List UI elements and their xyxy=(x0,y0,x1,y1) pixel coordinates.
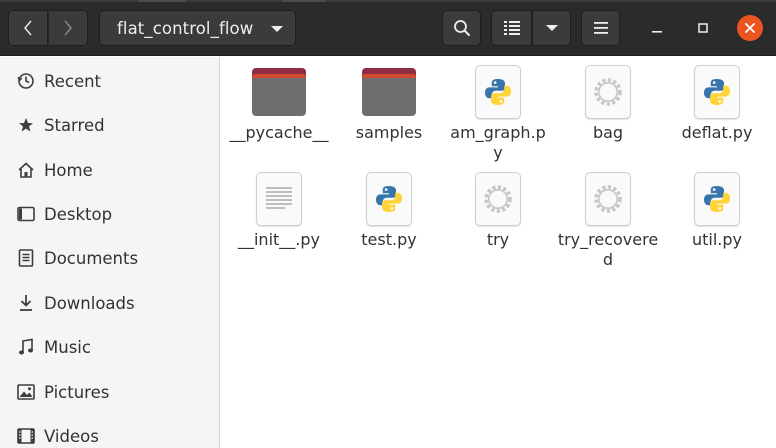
executable-gear-icon xyxy=(580,171,636,227)
minimize-button[interactable] xyxy=(644,15,670,41)
pictures-icon xyxy=(16,382,36,402)
header-top-edge xyxy=(0,0,776,2)
sidebar-item-label: Pictures xyxy=(44,382,110,402)
file-name: __pycache__ xyxy=(229,123,329,142)
list-view-button[interactable] xyxy=(491,10,532,46)
sidebar-item-downloads[interactable]: Downloads xyxy=(0,283,219,323)
file-item[interactable]: util.py xyxy=(662,171,772,250)
file-item[interactable]: am_graph.py xyxy=(443,64,553,163)
folder-icon xyxy=(361,64,417,120)
chevron-down-icon xyxy=(545,25,558,31)
sidebar-item-starred[interactable]: Starred xyxy=(0,105,219,145)
python-file-icon xyxy=(689,64,745,120)
home-icon xyxy=(16,160,36,180)
executable-gear-icon xyxy=(580,64,636,120)
sidebar-item-recent[interactable]: Recent xyxy=(0,61,219,101)
sidebar-item-label: Desktop xyxy=(44,204,113,224)
sidebar-item-label: Videos xyxy=(44,426,99,446)
header-bar: flat_control_flow xyxy=(0,0,776,56)
folder-icon xyxy=(251,64,307,120)
python-file-icon xyxy=(689,171,745,227)
python-file-icon xyxy=(361,171,417,227)
sidebar-item-home[interactable]: Home xyxy=(0,150,219,190)
sidebar-item-desktop[interactable]: Desktop xyxy=(0,194,219,234)
file-name: util.py xyxy=(691,230,742,249)
sidebar-item-label: Downloads xyxy=(44,293,135,313)
file-item[interactable]: bag xyxy=(553,64,663,143)
close-icon xyxy=(745,23,755,33)
desktop-icon xyxy=(16,204,36,224)
forward-button[interactable] xyxy=(48,10,88,46)
maximize-button[interactable] xyxy=(690,15,716,41)
sidebar-item-pictures[interactable]: Pictures xyxy=(0,372,219,412)
clock-icon xyxy=(16,71,36,91)
main-menu-button[interactable] xyxy=(581,10,620,46)
file-item[interactable]: try xyxy=(443,171,553,250)
sidebar-item-label: Recent xyxy=(44,71,102,91)
hamburger-menu-icon xyxy=(593,22,608,34)
file-name: deflat.py xyxy=(681,123,753,142)
view-options-button[interactable] xyxy=(532,10,571,46)
sidebar-item-label: Starred xyxy=(44,115,105,135)
back-button[interactable] xyxy=(8,10,48,46)
path-bar-button[interactable]: flat_control_flow xyxy=(99,10,296,46)
list-view-icon xyxy=(503,21,520,35)
close-button[interactable] xyxy=(737,15,763,41)
places-sidebar: Recent Starred Home Desktop Documents Do… xyxy=(0,57,220,448)
sidebar-item-label: Documents xyxy=(44,248,139,268)
file-item[interactable]: test.py xyxy=(334,171,444,250)
minimize-icon xyxy=(652,31,662,33)
sidebar-item-label: Home xyxy=(44,160,93,180)
search-button[interactable] xyxy=(442,10,481,46)
file-name: __init__.py xyxy=(237,230,320,249)
file-item[interactable]: try_recovered xyxy=(553,171,663,270)
file-name: try_recovered xyxy=(557,230,659,269)
chevron-right-icon xyxy=(64,20,72,36)
sidebar-item-videos[interactable]: Videos xyxy=(0,416,219,448)
file-name: test.py xyxy=(361,230,417,249)
chevron-left-icon xyxy=(24,20,32,36)
download-icon xyxy=(16,293,36,313)
path-dropdown-icon xyxy=(271,26,283,32)
star-icon xyxy=(16,115,36,135)
music-icon xyxy=(16,337,36,357)
sidebar-item-music[interactable]: Music xyxy=(0,327,219,367)
file-name: am_graph.py xyxy=(450,123,546,162)
file-item[interactable]: __init__.py xyxy=(224,171,334,250)
file-name: samples xyxy=(355,123,423,142)
maximize-icon xyxy=(698,23,708,33)
file-item[interactable]: deflat.py xyxy=(662,64,772,143)
file-item[interactable]: __pycache__ xyxy=(224,64,334,143)
executable-gear-icon xyxy=(470,171,526,227)
text-file-icon xyxy=(251,171,307,227)
python-file-icon xyxy=(470,64,526,120)
current-folder-label: flat_control_flow xyxy=(117,18,254,38)
file-item[interactable]: samples xyxy=(334,64,444,143)
file-icon-grid: __pycache__ samples am_graph.py bag defl xyxy=(221,57,776,448)
videos-icon xyxy=(16,426,36,446)
documents-icon xyxy=(16,248,36,268)
sidebar-item-label: Music xyxy=(44,337,91,357)
sidebar-item-documents[interactable]: Documents xyxy=(0,238,219,278)
search-icon xyxy=(453,20,470,36)
file-name: try xyxy=(486,230,510,249)
file-name: bag xyxy=(592,123,624,142)
